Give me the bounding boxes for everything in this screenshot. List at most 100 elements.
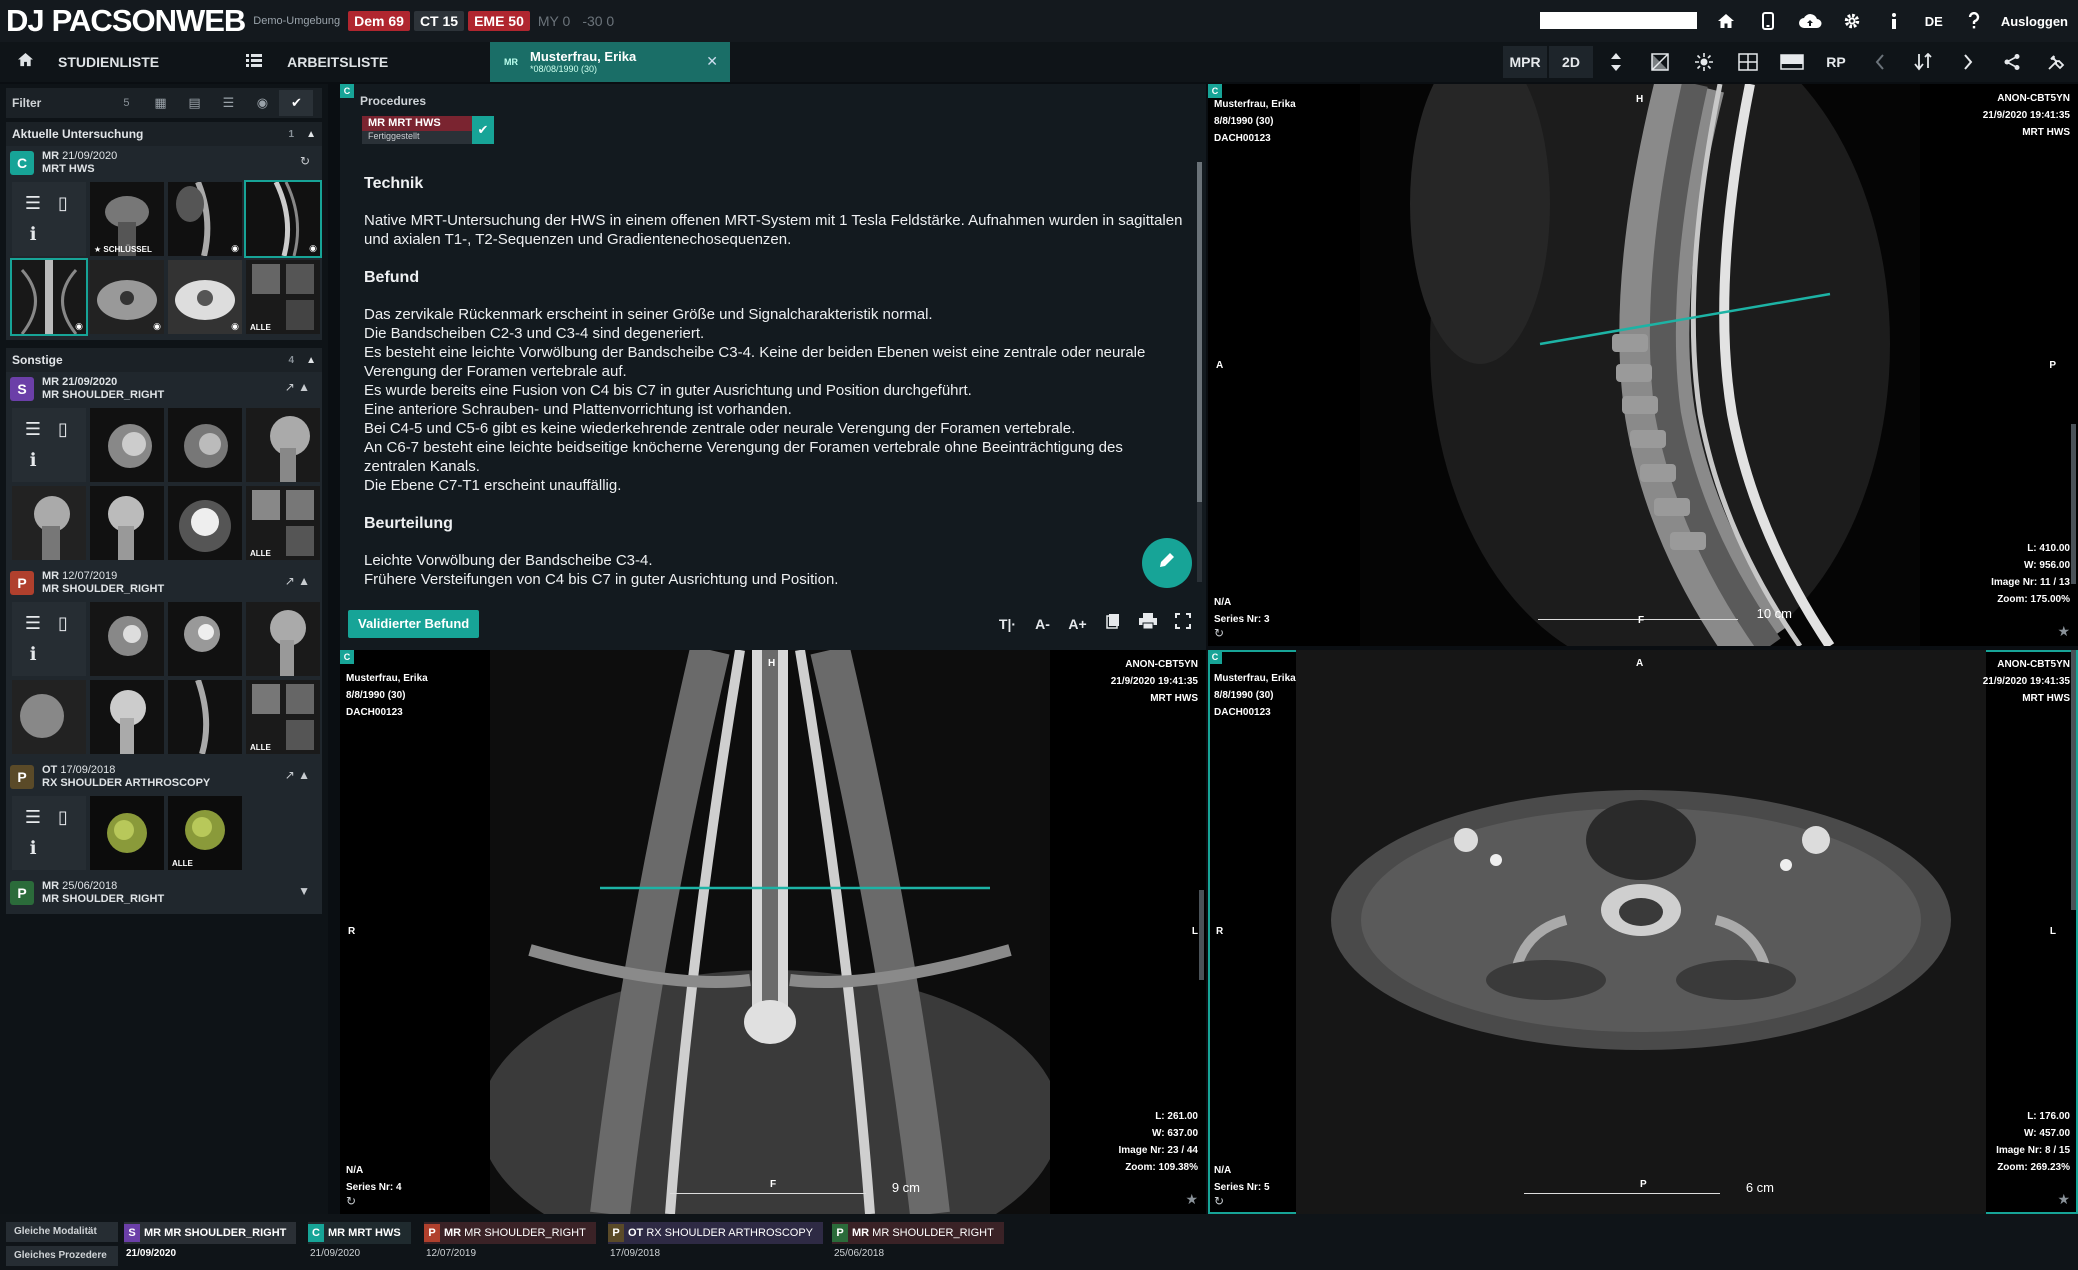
series-thumbnail-all[interactable]: ALLE <box>246 486 320 560</box>
timeline-study-item[interactable]: C MR MRT HWS 21/09/2020 <box>308 1222 411 1266</box>
report-thumbnail[interactable]: ☰ ▯ ℹ <box>12 602 86 676</box>
global-search-input[interactable] <box>1540 12 1697 29</box>
counter-badge-my[interactable]: MY 0 <box>534 11 574 31</box>
cine-icon[interactable]: ↻ <box>1214 1194 1224 1208</box>
report-scrollbar[interactable] <box>1197 162 1202 582</box>
help-icon[interactable] <box>1953 0 1995 42</box>
series-thumbnail[interactable]: ◉ <box>244 180 322 258</box>
report-thumbnail[interactable]: ☰ ▯ ℹ <box>12 796 86 870</box>
series-thumbnail-all[interactable]: ALLE <box>246 260 320 334</box>
study-item[interactable]: S MR 21/09/2020 MR SHOULDER_RIGHT ↗ ▲ ☰ ▯… <box>6 372 322 566</box>
previous-icon[interactable] <box>1858 42 1902 82</box>
tab-arbeitsliste[interactable]: ARBEITSLISTE <box>229 42 388 82</box>
report-thumbnail[interactable]: ☰ ▯ ℹ <box>12 182 86 256</box>
language-selector[interactable]: DE <box>1915 0 1953 42</box>
counter-badge-dem[interactable]: Dem 69 <box>348 11 410 31</box>
series-thumbnail[interactable] <box>168 602 242 676</box>
series-thumbnail[interactable] <box>168 680 242 754</box>
series-thumbnail[interactable]: ◉ <box>168 182 242 256</box>
check-icon[interactable]: ✔ <box>472 116 494 144</box>
text-lines-icon[interactable]: ☰ <box>211 95 245 111</box>
copy-icon[interactable] <box>1095 610 1130 638</box>
scroll-stack-icon[interactable] <box>1594 42 1638 82</box>
study-item[interactable]: P MR 25/06/2018 MR SHOULDER_RIGHT ▼ <box>6 876 322 914</box>
print-icon[interactable] <box>1130 610 1165 638</box>
edit-report-button[interactable] <box>1142 538 1192 588</box>
series-thumbnail[interactable]: ◉ <box>90 260 164 334</box>
cine-icon[interactable]: ↻ <box>346 1194 356 1208</box>
window-level-icon[interactable] <box>1638 42 1682 82</box>
cine-icon[interactable]: ↻ <box>1214 626 1224 640</box>
same-modality-button[interactable]: Gleiche Modalität <box>6 1222 118 1242</box>
counter-badge-ct[interactable]: CT 15 <box>413 11 465 31</box>
viewport-scrollbar[interactable] <box>1199 890 1204 980</box>
timeline-study-item[interactable]: P MR MR SHOULDER_RIGHT 12/07/2019 <box>424 1222 596 1266</box>
series-thumbnail[interactable] <box>90 796 164 870</box>
home-icon[interactable] <box>1705 0 1747 42</box>
2d-button[interactable]: 2D <box>1549 46 1593 78</box>
mri-image-axial[interactable] <box>1296 650 1986 1214</box>
viewport-coronal[interactable]: C H R L Musterfrau, Erika 8/8/1990 (30) … <box>340 650 1206 1214</box>
layout-grid-icon[interactable] <box>1726 42 1770 82</box>
refresh-icon[interactable]: ↻ <box>300 154 310 168</box>
report-text[interactable]: Technik Native MRT-Untersuchung der HWS … <box>364 174 1184 594</box>
series-thumbnail[interactable]: ★ SCHLÜSSEL <box>90 182 164 256</box>
close-icon[interactable]: ✕ <box>706 53 718 70</box>
chevron-up-icon[interactable]: ▲ <box>306 355 316 366</box>
section-header[interactable]: Sonstige 4 ▲ <box>6 348 322 372</box>
timeline-study-item[interactable]: S MR MR SHOULDER_RIGHT 21/09/2020 <box>124 1222 297 1266</box>
series-thumbnail-all[interactable]: ALLE <box>246 680 320 754</box>
text-format-button[interactable]: T|· <box>990 610 1025 638</box>
star-icon[interactable]: ★ <box>2057 1191 2070 1208</box>
viewport-sagittal[interactable]: C H A P Musterfrau, Erika 8/8/1990 (30) … <box>1208 84 2078 646</box>
series-thumbnail[interactable] <box>90 602 164 676</box>
mobile-icon[interactable] <box>1747 0 1789 42</box>
viewport-scrollbar[interactable] <box>2071 650 2076 910</box>
series-thumbnail[interactable] <box>90 486 164 560</box>
validate-report-button[interactable]: Validierter Befund <box>348 610 480 638</box>
font-increase-button[interactable]: A+ <box>1060 610 1095 638</box>
external-link-icon[interactable]: ↗ ▲ <box>285 574 310 588</box>
tools-icon[interactable] <box>2034 42 2078 82</box>
mpr-button[interactable]: MPR <box>1503 46 1547 78</box>
viewport-scrollbar[interactable] <box>2071 424 2076 584</box>
series-thumbnail[interactable] <box>246 602 320 676</box>
fullscreen-icon[interactable] <box>1165 610 1200 638</box>
counter-badge-30[interactable]: -30 0 <box>578 11 618 31</box>
series-thumbnail-all[interactable]: ALLE <box>168 796 242 870</box>
procedure-chip[interactable]: MR MRT HWS Fertiggestellt <box>362 116 472 144</box>
series-thumbnail[interactable] <box>246 408 320 482</box>
star-icon[interactable]: ★ <box>1185 1191 1198 1208</box>
timeline-study-item[interactable]: P MR MR SHOULDER_RIGHT 25/06/2018 <box>832 1222 1004 1266</box>
study-item[interactable]: P MR 12/07/2019 MR SHOULDER_RIGHT ↗ ▲ ☰ ▯… <box>6 566 322 760</box>
series-thumbnail[interactable] <box>90 680 164 754</box>
mri-image-sagittal[interactable] <box>1360 84 1920 646</box>
external-link-icon[interactable]: ↗ ▲ <box>285 380 310 394</box>
share-icon[interactable] <box>1990 42 2034 82</box>
viewport-axial[interactable]: C A R L Musterfrau, Erika 8/8/1990 (30) … <box>1208 650 2078 1214</box>
info-icon[interactable] <box>1873 0 1915 42</box>
report-thumbnail[interactable]: ☰ ▯ ℹ <box>12 408 86 482</box>
star-icon[interactable]: ★ <box>2057 623 2070 640</box>
series-thumbnail[interactable] <box>90 408 164 482</box>
clipboard-icon[interactable]: ▤ <box>177 95 211 111</box>
tab-patient[interactable]: MR Musterfrau, Erika *08/08/1990 (30) ✕ <box>490 42 730 82</box>
eye-icon[interactable]: ◉ <box>245 95 279 111</box>
series-thumbnail[interactable] <box>12 486 86 560</box>
study-item[interactable]: C MR 21/09/2020 MRT HWS ↻ ☰ ▯ ℹ ★ SCHLÜSSE… <box>6 146 322 340</box>
same-procedure-button[interactable]: Gleiches Prozedere <box>6 1246 118 1266</box>
mri-image-coronal[interactable] <box>490 650 1050 1214</box>
tab-studienliste[interactable]: STUDIENLISTE <box>0 42 159 82</box>
series-thumbnail[interactable]: ◉ <box>168 260 242 334</box>
layout-single-icon[interactable] <box>1770 42 1814 82</box>
gear-icon[interactable] <box>1831 0 1873 42</box>
series-filter-icon[interactable]: ▦ <box>143 95 177 111</box>
chevron-down-icon[interactable]: ▼ <box>298 884 310 898</box>
font-decrease-button[interactable]: A- <box>1025 610 1060 638</box>
series-thumbnail[interactable] <box>168 408 242 482</box>
cloud-upload-icon[interactable] <box>1789 0 1831 42</box>
study-item[interactable]: P OT 17/09/2018 RX SHOULDER ARTHROSCOPY … <box>6 760 322 876</box>
series-thumbnail[interactable]: ◉ <box>10 258 88 336</box>
rp-button[interactable]: RP <box>1814 42 1858 82</box>
app-logo[interactable]: DJ PACSONWEB <box>6 3 246 39</box>
